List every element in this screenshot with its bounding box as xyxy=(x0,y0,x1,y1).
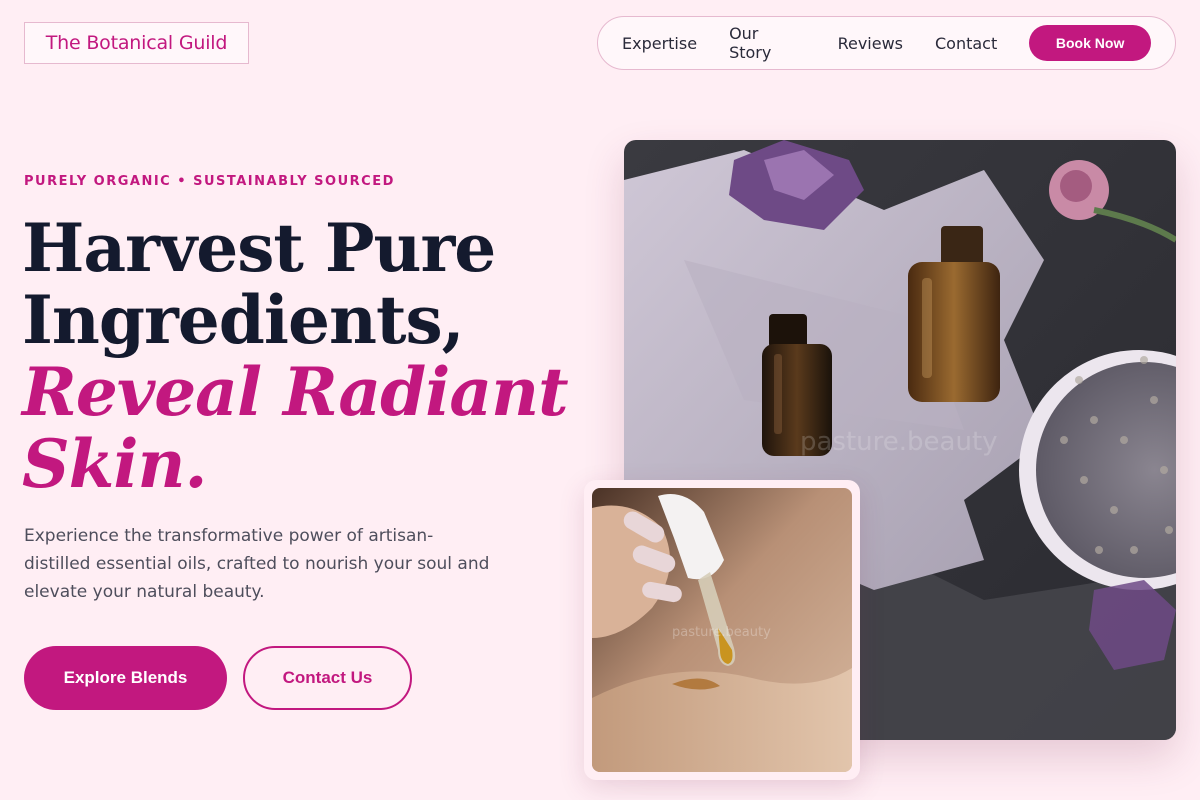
dropper-photo-frame: pasture.beauty xyxy=(584,480,860,780)
brand-logo[interactable]: The Botanical Guild xyxy=(24,22,249,64)
hero-eyebrow: PURELY ORGANIC • SUSTAINABLY SOURCED xyxy=(24,174,395,189)
hero-lead-text: Experience the transformative power of a… xyxy=(24,526,490,602)
headline-accent-line-2: Skin. xyxy=(22,425,207,503)
headline-accent-line-1: Reveal Radiant xyxy=(22,353,569,431)
headline-line-1: Harvest Pure xyxy=(22,209,496,287)
explore-blends-button[interactable]: Explore Blends xyxy=(24,646,227,710)
main-nav: Expertise Our Story Reviews Contact Book… xyxy=(597,16,1176,70)
nav-link-expertise[interactable]: Expertise xyxy=(622,34,697,53)
nav-link-contact[interactable]: Contact xyxy=(935,34,997,53)
nav-link-reviews[interactable]: Reviews xyxy=(838,34,903,53)
dropper-photo: pasture.beauty xyxy=(592,488,852,772)
nav-link-our-story[interactable]: Our Story xyxy=(729,24,806,62)
inset-photo-watermark: pasture.beauty xyxy=(672,625,771,640)
contact-us-button[interactable]: Contact Us xyxy=(243,646,412,710)
hero-headline: Harvest Pure Ingredients, Reveal Radiant… xyxy=(22,212,582,500)
book-now-button[interactable]: Book Now xyxy=(1029,25,1151,61)
headline-line-2: Ingredients, xyxy=(22,281,465,359)
main-photo-watermark: pasture.beauty xyxy=(800,427,998,457)
